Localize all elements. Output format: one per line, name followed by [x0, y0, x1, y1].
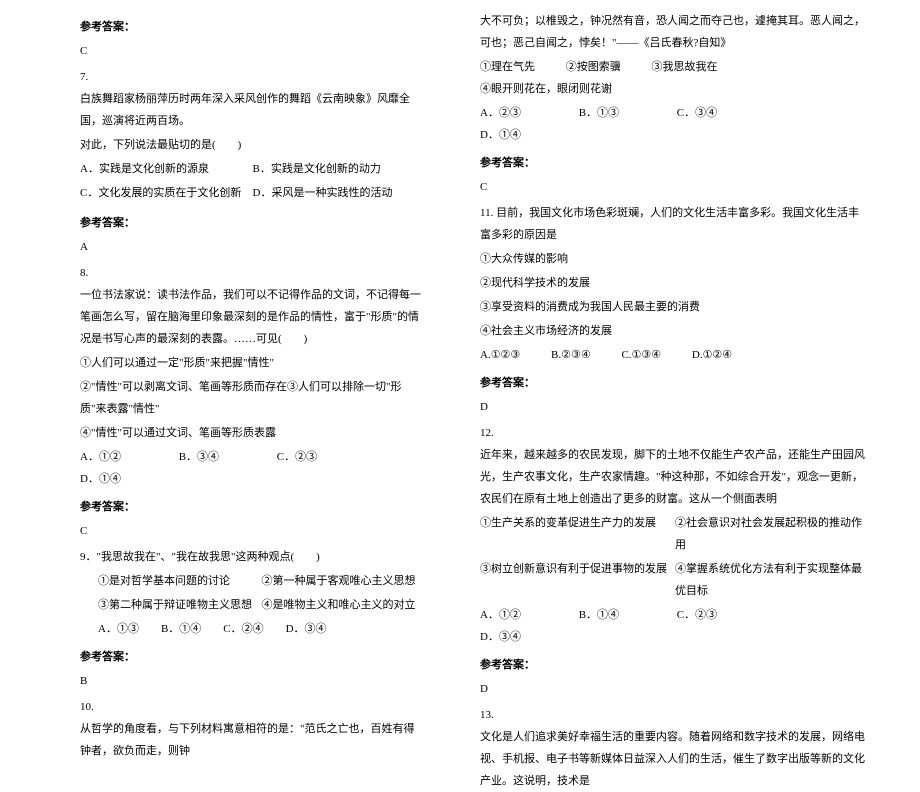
q10-stmt-3: ③我思故我在 — [652, 56, 718, 78]
q12-opt-b: B．①④ — [579, 604, 619, 626]
q12-stmt-4: ④掌握系统优化方法有利于实现整体最优目标 — [675, 558, 870, 602]
q9-stmt-3: ③第二种属于辩证唯物主义思想 — [98, 594, 262, 616]
q12-opt-a: A．①② — [480, 604, 521, 626]
q11-text-1: 11. 目前，我国文化市场色彩斑斓，人们的文化生活丰富多彩。我国文化生活丰富多彩… — [480, 202, 870, 246]
answer-12: D — [480, 678, 870, 700]
ref-answer-label: 参考答案： — [80, 212, 425, 234]
answer-8: C — [80, 520, 425, 542]
right-column: 大不可负；以椎毁之，钟况然有音，恐人闻之而夺己也，遽掩其耳。恶人闻之，可也；恶己… — [460, 10, 920, 641]
q8-opt-d: D．①④ — [80, 468, 121, 490]
q9-stmt-1: ①是对哲学基本问题的讨论 — [98, 570, 262, 592]
q8-number: 8. — [80, 262, 425, 284]
q9-text-1: 9．"我思故我在"、"我在故我思"这两种观点( ) — [80, 546, 425, 568]
q11-opt-a: A.①②③ — [480, 344, 520, 366]
q10-opt-b: B．①③ — [579, 102, 619, 124]
q11-opt-d: D.①②④ — [692, 344, 732, 366]
q13-text-1: 文化是人们追求美好幸福生活的重要内容。随着网络和数字技术的发展，网络电视、手机报… — [480, 726, 870, 792]
q7-opt-d: D．采风是一种实践性的活动 — [253, 182, 426, 204]
q10-stmt-2: ②按图索骥 — [566, 56, 621, 78]
answer-11: D — [480, 396, 870, 418]
q10-stmt-1: ①理在气先 — [480, 56, 535, 78]
q10-number: 10. — [80, 696, 425, 718]
left-column: 参考答案： C 7. 白族舞蹈家杨丽萍历时两年深入采风创作的舞蹈《云南映象》风靡… — [0, 10, 460, 641]
q7-opt-b: B．实践是文化创新的动力 — [253, 158, 426, 180]
ref-answer-label: 参考答案： — [480, 654, 870, 676]
q7-text-1: 白族舞蹈家杨丽萍历时两年深入采风创作的舞蹈《云南映象》风靡全国，巡演将近两百场。 — [80, 88, 425, 132]
q11-opt-b: B.②③④ — [551, 344, 591, 366]
q10-opt-a: A．②③ — [480, 102, 521, 124]
q9-stmt-4: ④是唯物主义和唯心主义的对立 — [262, 594, 426, 616]
q10-statements: ①理在气先 ②按图索骥 ③我思故我在 ④眼开则花在，眼闭则花谢 — [480, 56, 870, 100]
q12-stmt-3: ③树立创新意识有利于促进事物的发展 — [480, 558, 675, 602]
q12-stmt-2: ②社会意识对社会发展起积极的推动作用 — [675, 512, 870, 556]
q10-opt-d: D．①④ — [480, 124, 521, 146]
q12-opt-c: C．②③ — [677, 604, 717, 626]
q11-stmt-4: ④社会主义市场经济的发展 — [480, 320, 870, 342]
answer-9: B — [80, 670, 425, 692]
q7-opt-a: A．实践是文化创新的源泉 — [80, 158, 253, 180]
q12-opt-d: D．③④ — [480, 626, 521, 648]
q7-number: 7. — [80, 66, 425, 88]
q8-stmt-3: ④"情性"可以通过文词、笔画等形质表露 — [80, 422, 425, 444]
answer-7: A — [80, 236, 425, 258]
ref-answer-label: 参考答案： — [480, 372, 870, 394]
q10-text-1: 从哲学的角度看，与下列材料寓意相符的是："范氏之亡也，百姓有得钟者，欲负而走，则… — [80, 718, 425, 762]
ref-answer-label: 参考答案： — [480, 152, 870, 174]
q11-stmt-2: ②现代科学技术的发展 — [480, 272, 870, 294]
q8-text-1: 一位书法家说：读书法作品，我们可以不记得作品的文词，不记得每一笔画怎么写，留在脑… — [80, 284, 425, 350]
q10-opt-c: C．③④ — [677, 102, 717, 124]
q8-stmt-2: ②"情性"可以剥离文词、笔画等形质而存在③人们可以排除一切"形质"来表露"情性" — [80, 376, 425, 420]
q12-stmt-1: ①生产关系的变革促进生产力的发展 — [480, 512, 675, 556]
answer-10: C — [480, 176, 870, 198]
q11-opt-c: C.①③④ — [621, 344, 661, 366]
q13-number: 13. — [480, 704, 870, 726]
q10-options: A．②③ B．①③ C．③④ D．①④ — [480, 102, 870, 146]
q9-stmt-2: ②第一种属于客观唯心主义思想 — [262, 570, 426, 592]
q9-statements: ①是对哲学基本问题的讨论 ②第一种属于客观唯心主义思想 ③第二种属于辩证唯物主义… — [80, 570, 425, 618]
q8-options: A．①② B．③④ C．②③ D．①④ — [80, 446, 425, 490]
q12-statements: ①生产关系的变革促进生产力的发展 ②社会意识对社会发展起积极的推动作用 ③树立创… — [480, 512, 870, 604]
ref-answer-label: 参考答案： — [80, 646, 425, 668]
q8-stmt-1: ①人们可以通过一定"形质"来把握"情性" — [80, 352, 425, 374]
ref-answer-label: 参考答案： — [80, 496, 425, 518]
q12-number: 12. — [480, 422, 870, 444]
ref-answer-label: 参考答案： — [80, 16, 425, 38]
q7-opt-c: C．文化发展的实质在于文化创新 — [80, 182, 253, 204]
q9-options: A．①③ B．①④ C．②④ D．③④ — [80, 618, 425, 640]
q8-opt-a: A．①② — [80, 446, 121, 468]
q11-stmt-1: ①大众传媒的影响 — [480, 248, 870, 270]
q10-text-2: 大不可负；以椎毁之，钟况然有音，恐人闻之而夺己也，遽掩其耳。恶人闻之，可也；恶己… — [480, 10, 870, 54]
q7-options: A．实践是文化创新的源泉 B．实践是文化创新的动力 C．文化发展的实质在于文化创… — [80, 158, 425, 206]
q11-stmt-3: ③享受资料的消费成为我国人民最主要的消费 — [480, 296, 870, 318]
q10-stmt-4: ④眼开则花在，眼闭则花谢 — [480, 78, 612, 100]
q8-opt-b: B．③④ — [179, 446, 219, 468]
q7-text-2: 对此，下列说法最贴切的是( ) — [80, 134, 425, 156]
q12-options: A．①② B．①④ C．②③ D．③④ — [480, 604, 870, 648]
q12-text-1: 近年来，越来越多的农民发现，脚下的土地不仅能生产农产品，还能生产田园风光，生产农… — [480, 444, 870, 510]
q11-options: A.①②③ B.②③④ C.①③④ D.①②④ — [480, 344, 870, 366]
answer-6: C — [80, 40, 425, 62]
q8-opt-c: C．②③ — [277, 446, 317, 468]
